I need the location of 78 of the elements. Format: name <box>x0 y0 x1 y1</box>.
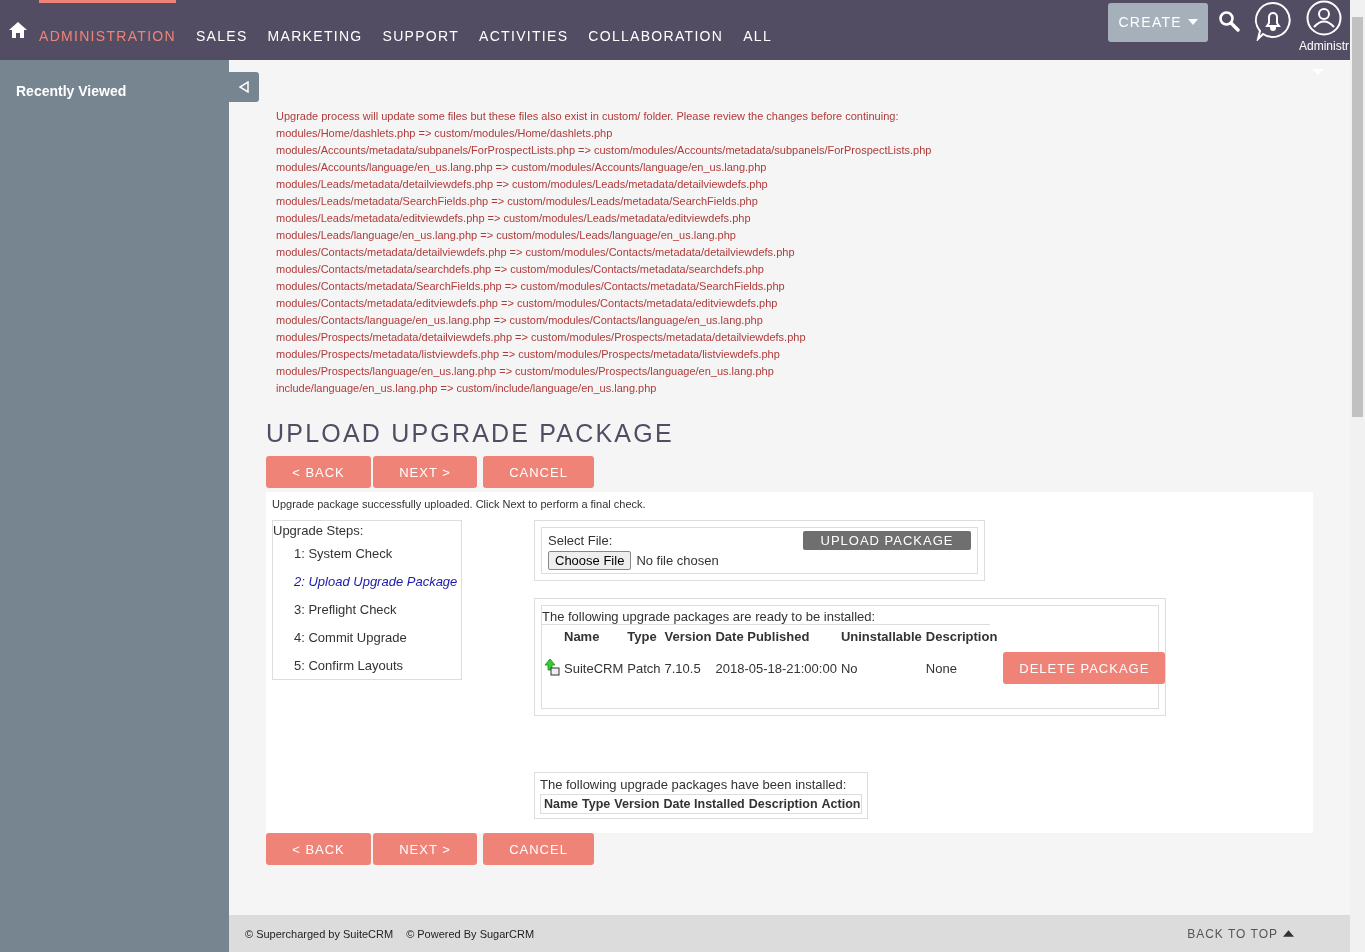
upload-package-button[interactable]: UPLOAD PACKAGE <box>803 531 971 550</box>
column-header: Name <box>563 628 601 646</box>
step-item: 2: Upload Upgrade Package <box>293 574 459 591</box>
nav-tab[interactable]: ACTIVITIES <box>479 0 569 60</box>
scrollbar[interactable] <box>1350 0 1365 952</box>
notification-bell-icon[interactable] <box>1254 1 1292 41</box>
page-title: UPLOAD UPGRADE PACKAGE <box>266 419 675 448</box>
file-path-text: include/language/en_us.lang.php => custom/include/language/en_us.lang.php <box>276 381 658 396</box>
table-cell-text: 2018-05-18-21:00:00 <box>714 659 838 678</box>
installed-packages-heading: The following upgrade packages have been installed: <box>540 777 848 792</box>
collapse-sidebar-button[interactable] <box>229 72 259 102</box>
column-header: Type <box>582 797 611 811</box>
nav-tab[interactable]: MARKETING <box>267 0 363 60</box>
scrollbar-thumb[interactable] <box>1352 17 1363 417</box>
column-header: Date Installed <box>663 797 745 811</box>
file-path-text: modules/Leads/language/en_us.lang.php => custom/modules/Leads/language/en_us.lang.php <box>276 228 737 243</box>
back-to-top-link[interactable]: BACK TO TOP <box>1187 926 1294 941</box>
column-header: Version <box>663 628 713 646</box>
file-path-text: modules/Contacts/metadata/editviewdefs.php => custom/modules/Contacts/metadata/editviewdefs.php <box>276 296 779 311</box>
step-item: 1: System Check <box>293 546 394 563</box>
ready-packages-heading: The following upgrade packages are ready to be installed: <box>542 609 990 625</box>
footer-credit: © Powered By SugarCRM <box>406 927 535 940</box>
file-path-text: modules/Contacts/language/en_us.lang.php => custom/modules/Contacts/language/en_us.lang.php <box>276 313 764 328</box>
file-path-text: modules/Accounts/language/en_us.lang.php => custom/modules/Accounts/language/en_us.lang.php <box>276 160 768 175</box>
nav-tab[interactable]: COLLABORATION <box>588 0 724 60</box>
column-header: Description <box>924 628 999 646</box>
home-icon[interactable] <box>8 21 28 39</box>
caret-up-icon <box>1283 930 1294 937</box>
nav-tab[interactable]: SUPPORT <box>382 0 460 60</box>
action-button[interactable]: < BACK <box>266 456 371 488</box>
nav-tab[interactable]: SALES <box>195 0 248 60</box>
column-header: Version <box>614 797 660 811</box>
column-header: Type <box>626 628 658 646</box>
footer-credit: © Supercharged by SuiteCRM <box>245 927 394 940</box>
nav-tab[interactable]: ALL <box>743 0 772 60</box>
file-path-text: modules/Contacts/metadata/detailviewdefs.php => custom/modules/Contacts/metadata/detailviewdefs.php <box>276 245 796 260</box>
delete-package-button[interactable]: DELETE PACKAGE <box>1003 652 1166 684</box>
table-cell-text: None <box>924 659 958 678</box>
file-path-text: modules/Leads/metadata/detailviewdefs.php => custom/modules/Leads/metadata/detailviewdefs.php <box>276 177 769 192</box>
action-button[interactable]: < BACK <box>266 833 371 865</box>
warning-text: Upgrade process will update some files but these files also exist in custom/ folder. Please review the changes before continuing: <box>276 109 900 124</box>
file-path-text: modules/Contacts/metadata/SearchFields.php => custom/modules/Contacts/metadata/SearchFields.php <box>276 279 786 294</box>
table-cell-text: SuiteCRM <box>563 659 625 678</box>
action-button[interactable]: CANCEL <box>483 456 594 488</box>
table-cell-text: Patch <box>626 659 662 678</box>
table-cell-text: No <box>839 659 859 678</box>
action-button[interactable]: NEXT > <box>373 833 477 865</box>
column-header: Date Published <box>714 628 811 646</box>
choose-file-button[interactable]: Choose File <box>548 551 632 570</box>
column-header: Name <box>544 797 579 811</box>
file-status-text: No file chosen <box>636 553 719 568</box>
file-path-text: modules/Prospects/metadata/detailviewdefs.php => custom/modules/Prospects/metadata/detailviewdefs.php <box>276 330 807 345</box>
package-icon <box>544 657 560 676</box>
file-path-text: modules/Accounts/metadata/subpanels/ForProspectLists.php => custom/modules/Accounts/metadata/subpanels/ForProspectLists.php <box>276 143 933 158</box>
caret-icon <box>1188 19 1198 25</box>
steps-title: Upgrade Steps: <box>273 523 365 538</box>
table-cell-text: 7.10.5 <box>663 659 702 678</box>
search-icon[interactable] <box>1218 10 1240 32</box>
user-name[interactable]: Administr <box>1299 38 1349 53</box>
column-header: Action <box>821 797 861 811</box>
collapse-arrow-icon <box>238 81 250 93</box>
step-item: 5: Confirm Layouts <box>293 658 405 675</box>
action-button[interactable]: CANCEL <box>483 833 594 865</box>
sidebar-title: Recently Viewed <box>16 83 127 99</box>
column-header: Uninstallable <box>839 628 923 646</box>
file-path-text: modules/Contacts/metadata/searchdefs.php => custom/modules/Contacts/metadata/searchdefs.php <box>276 262 765 277</box>
step-item: 4: Commit Upgrade <box>293 630 408 647</box>
file-path-text: modules/Prospects/metadata/listviewdefs.php => custom/modules/Prospects/metadata/listviewdefs.php <box>276 347 781 362</box>
select-file-label: Select File: <box>548 533 613 548</box>
file-path-text: modules/Leads/metadata/SearchFields.php => custom/modules/Leads/metadata/SearchFields.php <box>276 194 759 209</box>
step-item: 3: Preflight Check <box>293 602 398 619</box>
action-button[interactable]: NEXT > <box>373 456 477 488</box>
file-path-text: modules/Leads/metadata/editviewdefs.php => custom/modules/Leads/metadata/editviewdefs.php <box>276 211 752 226</box>
status-message: Upgrade package successfully uploaded. Click Next to perform a final check. <box>272 498 647 510</box>
column-header: Description <box>748 797 818 811</box>
file-path-text: modules/Home/dashlets.php => custom/modules/Home/dashlets.php <box>276 126 614 141</box>
file-path-text: modules/Prospects/language/en_us.lang.php => custom/modules/Prospects/language/en_us.lang.php <box>276 364 775 379</box>
user-avatar-icon[interactable] <box>1306 0 1342 36</box>
